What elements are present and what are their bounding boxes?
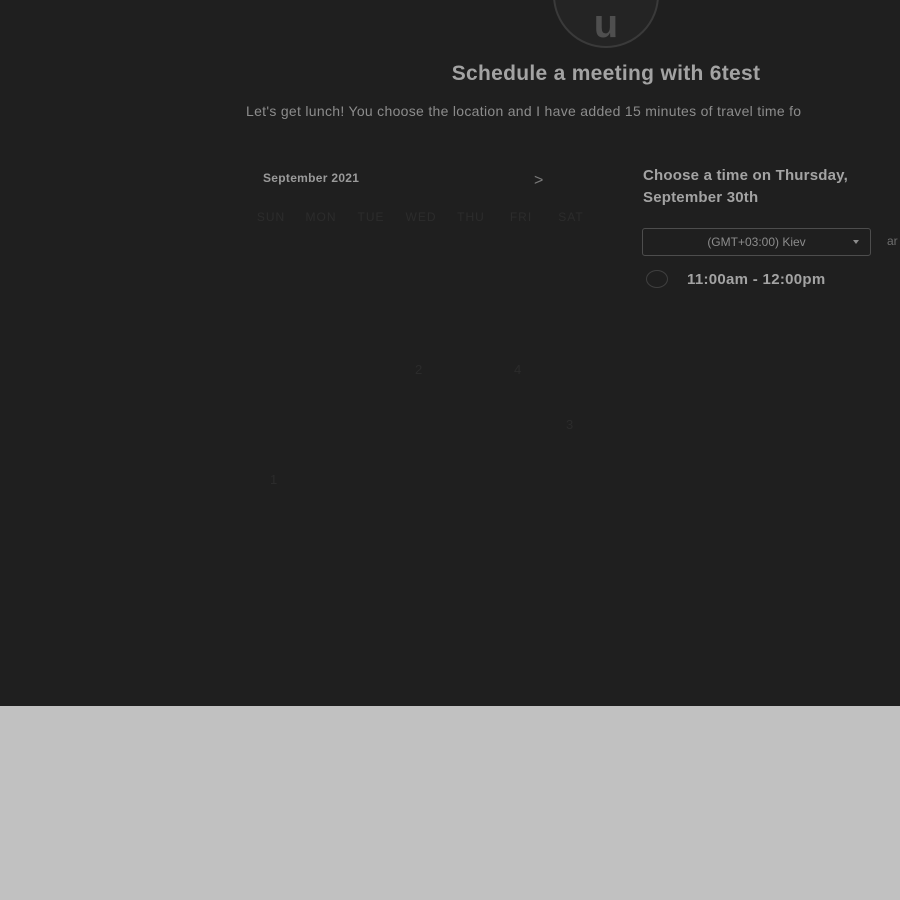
time-slot-radio[interactable] xyxy=(646,270,668,288)
calendar-day[interactable]: 1 xyxy=(270,472,277,487)
caret-down-icon xyxy=(853,240,859,244)
scheduling-panel: u Schedule a meeting with 6test Let's ge… xyxy=(0,0,900,706)
page-title: Schedule a meeting with 6test xyxy=(451,62,761,85)
calendar-weekday-header: SUN MON TUE WED THU FRI SAT xyxy=(250,210,592,224)
time-slot[interactable]: 11:00am - 12:00pm xyxy=(646,270,826,288)
host-avatar: u xyxy=(553,0,659,48)
weekday-thu: THU xyxy=(457,210,485,224)
time-slot-label: 11:00am - 12:00pm xyxy=(687,270,826,288)
timezone-value: (GMT+03:00) Kiev xyxy=(707,235,806,249)
avatar-initial: u xyxy=(593,2,619,46)
calendar-day[interactable]: 4 xyxy=(514,362,521,377)
clock-format-option[interactable]: ar xyxy=(887,234,898,248)
calendar-day[interactable]: 3 xyxy=(566,417,573,432)
timezone-select[interactable]: (GMT+03:00) Kiev xyxy=(642,228,871,256)
weekday-sun: SUN xyxy=(256,210,286,224)
weekday-wed: WED xyxy=(405,210,437,224)
event-description: Let's get lunch! You choose the location… xyxy=(246,103,802,119)
next-month-icon[interactable]: > xyxy=(534,172,543,190)
time-selection-heading: Choose a time on Thursday, September 30t… xyxy=(643,167,848,206)
calendar-day[interactable]: 2 xyxy=(415,362,422,377)
weekday-tue: TUE xyxy=(357,210,385,224)
weekday-sat: SAT xyxy=(558,210,584,224)
weekday-mon: MON xyxy=(305,210,337,224)
weekday-fri: FRI xyxy=(509,210,533,224)
calendar-month-label: September 2021 xyxy=(263,171,360,185)
